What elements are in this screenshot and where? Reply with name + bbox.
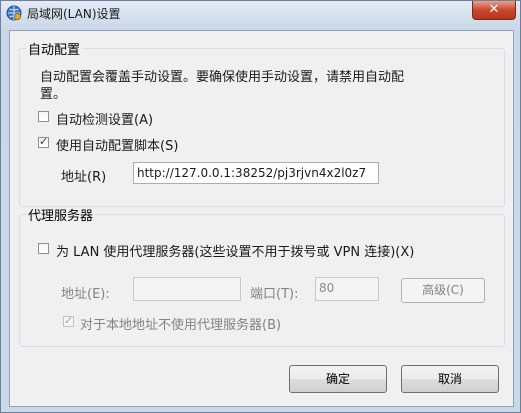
proxy-address-input[interactable]: [133, 277, 241, 301]
advanced-button[interactable]: 高级(C): [401, 278, 485, 303]
auto-detect-label[interactable]: 自动检测设置(A): [56, 109, 153, 128]
proxy-port-input[interactable]: 80: [315, 277, 379, 301]
lan-settings-dialog: 局域网(LAN)设置 ✕ 自动配置 自动配置会覆盖手动设置。要确保使用手动设置，…: [0, 0, 521, 413]
title-bar[interactable]: 局域网(LAN)设置 ✕: [1, 1, 520, 25]
ok-button[interactable]: 确定: [289, 365, 387, 393]
use-proxy-label[interactable]: 为 LAN 使用代理服务器(这些设置不用于拨号或 VPN 连接)(X): [56, 241, 414, 260]
auto-config-group-label: 自动配置: [28, 43, 81, 58]
bypass-local-label[interactable]: 对于本地地址不使用代理服务器(B): [80, 314, 281, 333]
script-address-label: 地址(R): [61, 170, 107, 185]
use-script-checkbox[interactable]: [38, 135, 49, 148]
use-script-label[interactable]: 使用自动配置脚本(S): [56, 135, 178, 154]
use-proxy-checkbox[interactable]: [38, 243, 49, 254]
dialog-body: 自动配置 自动配置会覆盖手动设置。要确保使用手动设置，请禁用自动配 置。 自动检…: [9, 30, 514, 407]
cancel-button[interactable]: 取消: [401, 365, 499, 393]
auto-detect-checkbox[interactable]: [38, 111, 49, 122]
auto-config-description-line1: 自动配置会覆盖手动设置。要确保使用手动设置，请禁用自动配: [40, 70, 405, 85]
script-address-input[interactable]: http://127.0.0.1:38252/pj3rjvn4x2l0z7: [133, 162, 379, 184]
proxy-address-label: 地址(E):: [61, 287, 110, 302]
bypass-local-checkbox[interactable]: [63, 314, 74, 327]
window-title: 局域网(LAN)设置: [27, 7, 121, 21]
proxy-server-group-label: 代理服务器: [28, 209, 94, 224]
network-settings-icon: [6, 5, 22, 21]
auto-config-description-line2: 置。: [40, 87, 67, 102]
close-icon: ✕: [488, 2, 500, 17]
proxy-port-label: 端口(T):: [250, 287, 299, 302]
close-button[interactable]: ✕: [472, 1, 516, 20]
